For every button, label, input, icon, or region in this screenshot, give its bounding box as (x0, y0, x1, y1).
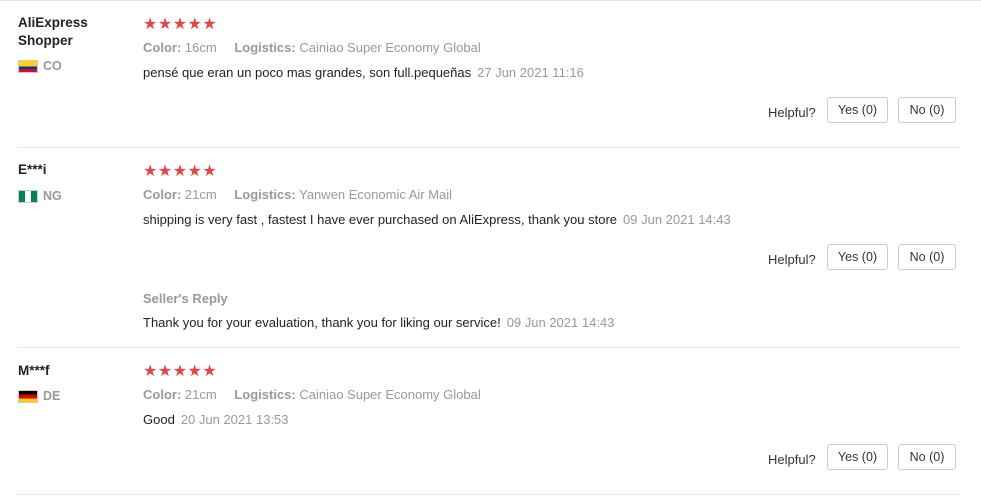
review-text: pensé que eran un poco mas grandes, son … (143, 65, 584, 80)
review-body: pensé que eran un poco mas grandes, son … (143, 65, 472, 80)
logistics-label: Logistics: (234, 387, 296, 402)
helpful-yes-button[interactable]: Yes (0) (827, 97, 888, 123)
review-divider (17, 494, 961, 495)
reviewer-name: M***f (18, 363, 50, 378)
star-rating: ★★★★★ (143, 16, 218, 33)
star-rating: ★★★★★ (143, 363, 218, 380)
logistics-label: Logistics: (234, 187, 296, 202)
color-value: 16cm (184, 40, 217, 55)
helpful-yes-button[interactable]: Yes (0) (827, 244, 888, 270)
reviewer-name: E***i (18, 162, 47, 177)
review-meta: Color: 16cm Logistics: Cainiao Super Eco… (143, 40, 481, 55)
helpful-no-button[interactable]: No (0) (898, 244, 956, 270)
review-date: 09 Jun 2021 14:43 (623, 212, 731, 227)
helpful-label: Helpful? (768, 452, 816, 467)
review-text: shipping is very fast , fastest I have e… (143, 212, 731, 227)
country-code: DE (43, 389, 61, 403)
reviewer-country: DE (18, 389, 60, 403)
star-rating: ★★★★★ (143, 163, 218, 180)
germany-flag-icon (18, 389, 38, 403)
review-body: Good (143, 412, 175, 427)
logistics-value: Yanwen Economic Air Mail (299, 187, 453, 202)
seller-reply-date: 09 Jun 2021 14:43 (506, 315, 615, 330)
logistics-value: Cainiao Super Economy Global (299, 40, 481, 55)
color-value: 21cm (184, 387, 217, 402)
seller-reply-text: Thank you for your evaluation, thank you… (143, 315, 614, 330)
helpful-no-button[interactable]: No (0) (898, 444, 956, 470)
helpful-label: Helpful? (768, 105, 816, 120)
review-meta: Color: 21cm Logistics: Yanwen Economic A… (143, 187, 452, 202)
helpful-yes-button[interactable]: Yes (0) (827, 444, 888, 470)
seller-reply-title: Seller's Reply (143, 291, 228, 306)
color-label: Color: (143, 387, 182, 402)
review-divider (17, 347, 961, 348)
review-divider (17, 147, 961, 148)
reviewer-name: AliExpress Shopper (18, 15, 88, 48)
colombia-flag-icon (18, 59, 38, 73)
reviewer-country: NG (18, 189, 62, 203)
color-label: Color: (143, 187, 182, 202)
helpful-label: Helpful? (768, 252, 816, 267)
color-label: Color: (143, 40, 182, 55)
logistics-value: Cainiao Super Economy Global (299, 387, 481, 402)
reviewer-country: CO (18, 59, 62, 73)
nigeria-flag-icon (18, 189, 38, 203)
review-text: Good 20 Jun 2021 13:53 (143, 412, 289, 427)
review-body: shipping is very fast , fastest I have e… (143, 212, 618, 227)
review-date: 27 Jun 2021 11:16 (477, 65, 584, 80)
seller-reply-body: Thank you for your evaluation, thank you… (143, 315, 501, 330)
review-meta: Color: 21cm Logistics: Cainiao Super Eco… (143, 387, 481, 402)
top-divider (0, 0, 981, 1)
country-code: NG (43, 189, 62, 203)
country-code: CO (43, 59, 62, 73)
logistics-label: Logistics: (234, 40, 296, 55)
helpful-no-button[interactable]: No (0) (898, 97, 956, 123)
review-date: 20 Jun 2021 13:53 (180, 412, 289, 427)
color-value: 21cm (184, 187, 217, 202)
